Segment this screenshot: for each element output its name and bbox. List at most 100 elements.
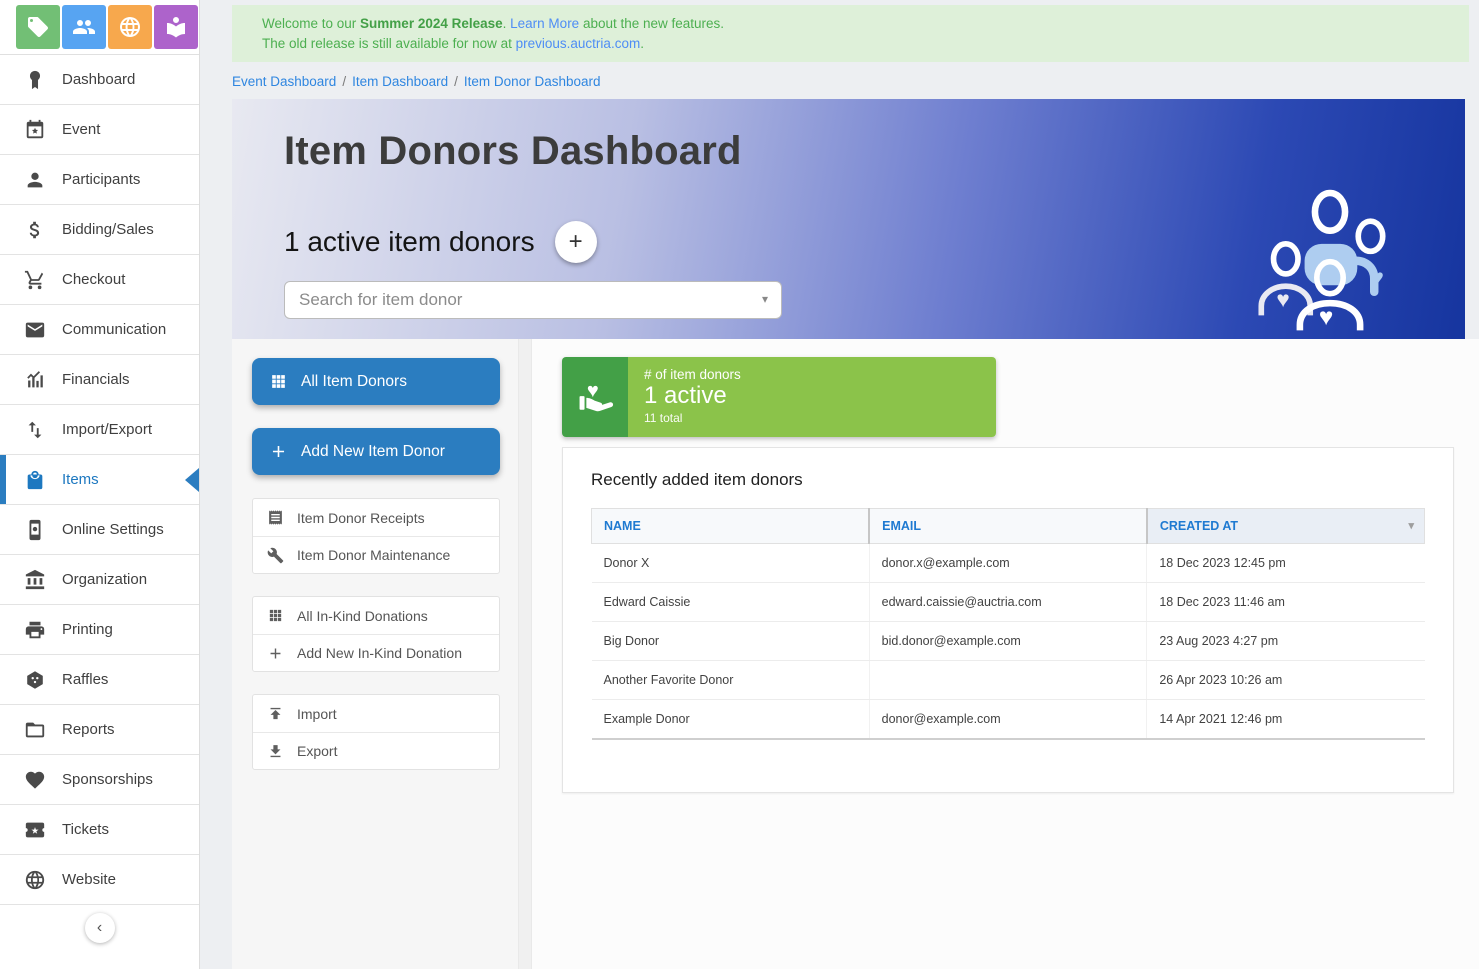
panel-scrollbar-gutter[interactable]	[519, 339, 532, 969]
button-label: Import	[297, 706, 337, 722]
item-donor-stat-card[interactable]: ♥ # of item donors 1 active 11 total	[562, 357, 996, 437]
cell-name: Edward Caissie	[592, 583, 870, 622]
button-label: All In-Kind Donations	[297, 608, 428, 624]
ribbon-icon	[24, 69, 46, 91]
sidebar-item-tickets[interactable]: Tickets	[0, 805, 199, 855]
sidebar-item-website[interactable]: Website	[0, 855, 199, 905]
all-item-donors-button[interactable]: All Item Donors	[252, 358, 500, 405]
sidebar-item-event[interactable]: Event	[0, 105, 199, 155]
stat-value: 1 active	[644, 382, 980, 411]
library-icon[interactable]	[154, 5, 198, 49]
import-button[interactable]: Import	[253, 695, 499, 732]
breadcrumb-item-dashboard[interactable]: Item Dashboard	[352, 74, 448, 89]
item-donor-maintenance-button[interactable]: Item Donor Maintenance	[253, 536, 499, 573]
banner-text: The old release is still available for n…	[262, 36, 516, 51]
sidebar-item-sponsorships[interactable]: Sponsorships	[0, 755, 199, 805]
add-new-inkind-donation-button[interactable]: Add New In-Kind Donation	[253, 634, 499, 671]
sidebar-item-organization[interactable]: Organization	[0, 555, 199, 605]
add-item-donor-round-button[interactable]	[555, 221, 597, 263]
svg-text:♥: ♥	[1276, 287, 1289, 312]
cell-name: Donor X	[592, 544, 870, 583]
tag-icon[interactable]	[16, 5, 60, 49]
sidebar-item-bidding-sales[interactable]: Bidding/Sales	[0, 205, 199, 255]
sidebar-item-reports[interactable]: Reports	[0, 705, 199, 755]
grid-icon	[269, 372, 288, 391]
sidebar-item-label: Event	[62, 121, 100, 138]
app-switcher	[0, 0, 199, 55]
cell-email: bid.donor@example.com	[869, 622, 1147, 661]
cart-icon	[24, 269, 46, 291]
table-row[interactable]: Another Favorite Donor 26 Apr 2023 10:26…	[592, 661, 1425, 700]
donors-illustration: ♥ ♥ ♥	[1250, 181, 1410, 333]
people-icon[interactable]	[62, 5, 106, 49]
table-row[interactable]: Donor X donor.x@example.com 18 Dec 2023 …	[592, 544, 1425, 583]
button-label: Add New In-Kind Donation	[297, 645, 462, 661]
export-button[interactable]: Export	[253, 732, 499, 769]
learn-more-link[interactable]: Learn More	[510, 16, 579, 31]
cell-email: donor@example.com	[869, 700, 1147, 740]
cell-email: donor.x@example.com	[869, 544, 1147, 583]
sidebar-item-participants[interactable]: Participants	[0, 155, 199, 205]
sidebar-item-checkout[interactable]: Checkout	[0, 255, 199, 305]
sidebar: Dashboard Event Participants Bidding/Sal…	[0, 0, 200, 969]
library-icon-glyph	[164, 15, 188, 39]
sidebar-item-label: Import/Export	[62, 421, 152, 438]
sidebar-item-label: Sponsorships	[62, 771, 153, 788]
sidebar-item-communication[interactable]: Communication	[0, 305, 199, 355]
cell-name: Another Favorite Donor	[592, 661, 870, 700]
column-label: EMAIL	[882, 519, 921, 533]
sidebar-item-label: Raffles	[62, 671, 108, 688]
upload-icon	[267, 705, 284, 722]
column-header-email[interactable]: EMAIL	[869, 509, 1147, 544]
sidebar-item-online-settings[interactable]: Online Settings	[0, 505, 199, 555]
table-title: Recently added item donors	[591, 470, 1425, 490]
sidebar-collapse-button[interactable]	[85, 913, 115, 943]
import-export-group: Import Export	[252, 694, 500, 770]
table-row[interactable]: Edward Caissie edward.caissie@auctria.co…	[592, 583, 1425, 622]
sidebar-item-financials[interactable]: Financials	[0, 355, 199, 405]
sidebar-item-raffles[interactable]: Raffles	[0, 655, 199, 705]
plus-icon	[269, 442, 288, 461]
column-header-name[interactable]: NAME	[592, 509, 870, 544]
breadcrumb-event-dashboard[interactable]: Event Dashboard	[232, 74, 336, 89]
heart-icon	[24, 769, 46, 791]
column-label: NAME	[604, 519, 641, 533]
stat-label: # of item donors	[644, 367, 980, 382]
previous-release-link[interactable]: previous.auctria.com	[516, 36, 641, 51]
search-input[interactable]	[284, 281, 782, 319]
button-label: Export	[297, 743, 337, 759]
cell-created-at: 26 Apr 2023 10:26 am	[1147, 661, 1425, 700]
sidebar-item-label: Items	[62, 471, 99, 488]
button-label: Item Donor Receipts	[297, 510, 425, 526]
sidebar-item-label: Communication	[62, 321, 166, 338]
sidebar-item-label: Organization	[62, 571, 147, 588]
column-header-created-at[interactable]: CREATED AT	[1147, 509, 1425, 544]
svg-text:♥: ♥	[1370, 265, 1383, 290]
sidebar-item-label: Website	[62, 871, 116, 888]
banner-text: Welcome to our	[262, 16, 360, 31]
all-inkind-donations-button[interactable]: All In-Kind Donations	[253, 597, 499, 634]
wrench-icon	[267, 547, 284, 564]
sort-caret-icon	[1408, 519, 1414, 532]
table-row[interactable]: Example Donor donor@example.com 14 Apr 2…	[592, 700, 1425, 740]
hand-heart-icon: ♥	[562, 357, 628, 437]
stat-body: # of item donors 1 active 11 total	[628, 357, 996, 437]
add-new-item-donor-button[interactable]: Add New Item Donor	[252, 428, 500, 475]
table-row[interactable]: Big Donor bid.donor@example.com 23 Aug 2…	[592, 622, 1425, 661]
globe-icon[interactable]	[108, 5, 152, 49]
dollar-icon	[24, 219, 46, 241]
recent-donors-card: Recently added item donors NAME EMAIL CR…	[562, 447, 1454, 793]
sidebar-item-import-export[interactable]: Import/Export	[0, 405, 199, 455]
item-donor-subnav: All Item Donors Add New Item Donor Item …	[232, 339, 519, 969]
breadcrumb-item-donor-dashboard[interactable]: Item Donor Dashboard	[464, 74, 601, 89]
content-area: All Item Donors Add New Item Donor Item …	[232, 339, 1479, 969]
column-label: CREATED AT	[1160, 519, 1238, 533]
stat-total: 11 total	[644, 411, 980, 425]
sidebar-item-dashboard[interactable]: Dashboard	[0, 55, 199, 105]
sidebar-item-items[interactable]: Items	[0, 455, 199, 505]
cell-email	[869, 661, 1147, 700]
sidebar-item-printing[interactable]: Printing	[0, 605, 199, 655]
sidebar-item-label: Checkout	[62, 271, 125, 288]
swap-arrows-icon	[24, 419, 46, 441]
item-donor-receipts-button[interactable]: Item Donor Receipts	[253, 499, 499, 536]
